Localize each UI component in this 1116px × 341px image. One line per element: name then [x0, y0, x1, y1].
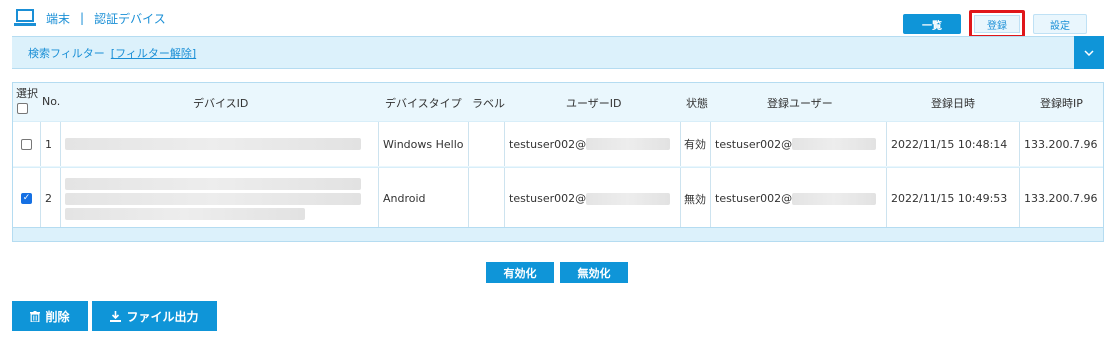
select-all-checkbox[interactable] — [17, 103, 28, 117]
table-row[interactable]: 1 Windows Hello testuser002@ 有効 testuser… — [13, 121, 1103, 166]
user-id: testuser002@ — [505, 168, 681, 229]
top-toolbar: 一覧 登録 設定 — [903, 10, 1087, 38]
reg-date: 2022/11/15 10:48:14 — [887, 122, 1020, 166]
trash-icon — [30, 310, 41, 322]
search-filter-bar: 検索フィルター [フィルター解除] — [12, 36, 1104, 69]
row-checkbox[interactable]: ✓ — [13, 168, 41, 229]
status: 無効 — [681, 168, 711, 229]
status: 有効 — [681, 122, 711, 166]
header-status: 状態 — [686, 97, 708, 110]
header-select: 選択 — [16, 87, 38, 100]
section-title: 端末 — [46, 11, 71, 26]
row-no: 2 — [41, 168, 61, 229]
header-device-type: デバイスタイプ — [385, 97, 462, 110]
download-icon — [110, 310, 122, 322]
reg-date: 2022/11/15 10:49:53 — [887, 168, 1020, 229]
laptop-icon — [14, 9, 36, 26]
header-user-id: ユーザーID — [566, 97, 622, 110]
settings-button[interactable]: 設定 — [1033, 14, 1087, 34]
table-row[interactable]: ✓ 2 Android testuser002@ 無効 testuser002@… — [13, 167, 1103, 229]
row-no: 1 — [41, 122, 61, 166]
device-id-redacted — [61, 122, 379, 166]
table-header: 選択 No. デバイスID デバイスタイプ ラベル ユーザーID 状態 登録ユー… — [13, 83, 1103, 121]
register-highlight: 登録 — [969, 10, 1025, 38]
delete-label: 削除 — [45, 309, 70, 324]
reg-ip: 133.200.7.96 — [1024, 192, 1098, 205]
device-label — [469, 168, 505, 229]
device-label — [469, 122, 505, 166]
export-label: ファイル出力 — [126, 309, 199, 324]
clear-filter-link[interactable]: [フィルター解除] — [111, 47, 196, 60]
header-reg-ip: 登録時IP — [1040, 97, 1083, 110]
filter-label: 検索フィルター — [28, 47, 105, 60]
device-type: Android — [379, 168, 469, 229]
header-reg-date: 登録日時 — [931, 97, 975, 110]
filter-toggle-button[interactable] — [1074, 36, 1104, 69]
user-id: testuser002@ — [505, 122, 681, 166]
reg-user: testuser002@ — [711, 168, 887, 229]
status-actions: 有効化 無効化 — [486, 262, 628, 283]
header-reg-user: 登録ユーザー — [767, 97, 833, 110]
title-separator: | — [80, 11, 85, 25]
device-table: 選択 No. デバイスID デバイスタイプ ラベル ユーザーID 状態 登録ユー… — [12, 82, 1104, 242]
register-button[interactable]: 登録 — [974, 15, 1020, 33]
device-id-redacted — [61, 168, 379, 229]
bottom-actions: 削除 ファイル出力 — [12, 301, 217, 331]
header-device-id: デバイスID — [193, 97, 249, 110]
chevron-down-icon — [1084, 49, 1094, 56]
list-button[interactable]: 一覧 — [903, 14, 961, 34]
reg-ip: 133.200.7.96 — [1024, 137, 1098, 151]
device-type: Windows Hello — [379, 122, 469, 166]
delete-button[interactable]: 削除 — [12, 301, 88, 331]
page-title: 端末 | 認証デバイス — [14, 9, 166, 27]
row-checkbox[interactable] — [13, 122, 41, 166]
page-name: 認証デバイス — [94, 11, 166, 26]
reg-user: testuser002@ — [711, 122, 887, 166]
table-footer — [13, 227, 1103, 241]
disable-button[interactable]: 無効化 — [560, 262, 628, 283]
header-no: No. — [42, 95, 61, 108]
export-button[interactable]: ファイル出力 — [92, 301, 217, 331]
header-label: ラベル — [472, 97, 505, 110]
filter-label-wrap: 検索フィルター [フィルター解除] — [28, 45, 196, 61]
enable-button[interactable]: 有効化 — [486, 262, 554, 283]
